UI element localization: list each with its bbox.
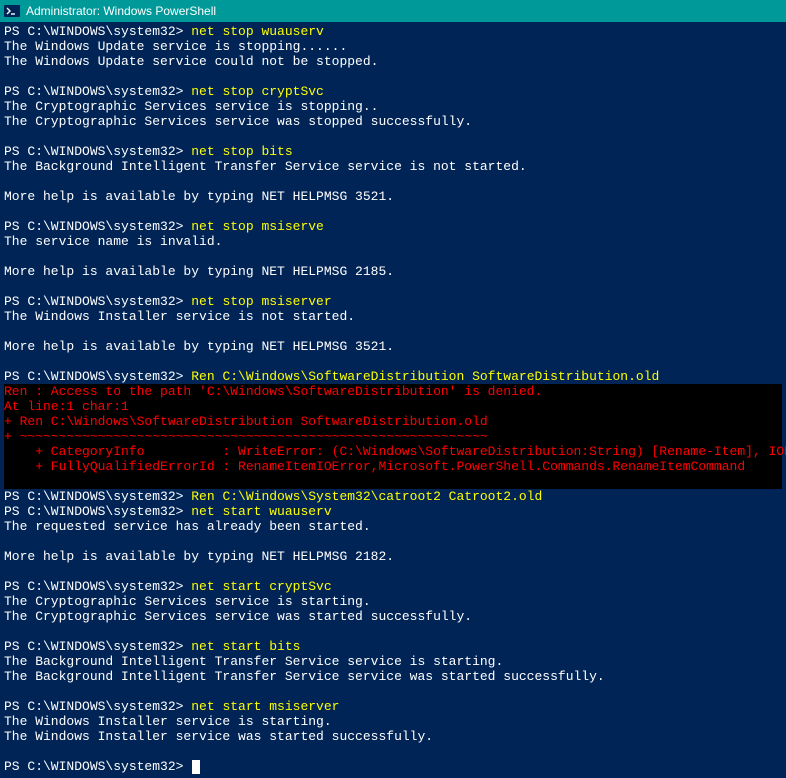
blank-line bbox=[4, 279, 782, 294]
output-line: The Windows Installer service was starte… bbox=[4, 729, 782, 744]
window-titlebar[interactable]: Administrator: Windows PowerShell bbox=[0, 0, 786, 22]
output-line: The Background Intelligent Transfer Serv… bbox=[4, 654, 782, 669]
command-line: PS C:\WINDOWS\system32> net stop msiserv… bbox=[4, 219, 782, 234]
prompt: PS C:\WINDOWS\system32> bbox=[4, 219, 191, 234]
command-line: PS C:\WINDOWS\system32> net start bits bbox=[4, 639, 782, 654]
prompt: PS C:\WINDOWS\system32> bbox=[4, 84, 191, 99]
output-line: More help is available by typing NET HEL… bbox=[4, 189, 782, 204]
error-line: + ~~~~~~~~~~~~~~~~~~~~~~~~~~~~~~~~~~~~~~… bbox=[4, 429, 782, 444]
command-text: net stop bits bbox=[191, 144, 292, 159]
prompt: PS C:\WINDOWS\system32> bbox=[4, 144, 191, 159]
command-line: PS C:\WINDOWS\system32> net stop bits bbox=[4, 144, 782, 159]
command-text: net start wuauserv bbox=[191, 504, 331, 519]
output-line: The Cryptographic Services service is st… bbox=[4, 594, 782, 609]
command-line: PS C:\WINDOWS\system32> net stop msiserv… bbox=[4, 294, 782, 309]
output-line: The Cryptographic Services service was s… bbox=[4, 609, 782, 624]
error-line: + CategoryInfo : WriteError: (C:\Windows… bbox=[4, 444, 782, 459]
blank-line bbox=[4, 174, 782, 189]
blank-line bbox=[4, 204, 782, 219]
command-text: net stop wuauserv bbox=[191, 24, 324, 39]
command-text: net stop cryptSvc bbox=[191, 84, 324, 99]
command-line: PS C:\WINDOWS\system32> net stop wuauser… bbox=[4, 24, 782, 39]
command-text: Ren C:\Windows\SoftwareDistribution Soft… bbox=[191, 369, 659, 384]
blank-line bbox=[4, 564, 782, 579]
prompt: PS C:\WINDOWS\system32> bbox=[4, 639, 191, 654]
blank-line bbox=[4, 534, 782, 549]
prompt: PS C:\WINDOWS\system32> bbox=[4, 24, 191, 39]
blank-line bbox=[4, 624, 782, 639]
terminal-output[interactable]: PS C:\WINDOWS\system32> net stop wuauser… bbox=[0, 22, 786, 778]
output-line: The requested service has already been s… bbox=[4, 519, 782, 534]
blank-line bbox=[4, 324, 782, 339]
output-line: More help is available by typing NET HEL… bbox=[4, 549, 782, 564]
output-line: The Background Intelligent Transfer Serv… bbox=[4, 669, 782, 684]
output-line: The Windows Update service could not be … bbox=[4, 54, 782, 69]
command-text: net start msiserver bbox=[191, 699, 339, 714]
blank-line bbox=[4, 129, 782, 144]
blank-line bbox=[4, 249, 782, 264]
prompt: PS C:\WINDOWS\system32> bbox=[4, 699, 191, 714]
error-line bbox=[4, 474, 782, 489]
command-line: PS C:\WINDOWS\system32> net start msiser… bbox=[4, 699, 782, 714]
command-text: net start bits bbox=[191, 639, 300, 654]
blank-line bbox=[4, 744, 782, 759]
output-line: The Windows Update service is stopping..… bbox=[4, 39, 782, 54]
command-text: net start cryptSvc bbox=[191, 579, 331, 594]
prompt: PS C:\WINDOWS\system32> bbox=[4, 759, 191, 774]
blank-line bbox=[4, 684, 782, 699]
output-line: The Background Intelligent Transfer Serv… bbox=[4, 159, 782, 174]
prompt-line: PS C:\WINDOWS\system32> bbox=[4, 759, 782, 774]
prompt: PS C:\WINDOWS\system32> bbox=[4, 294, 191, 309]
command-text: net stop msiserve bbox=[191, 219, 324, 234]
error-line: + Ren C:\Windows\SoftwareDistribution So… bbox=[4, 414, 782, 429]
prompt: PS C:\WINDOWS\system32> bbox=[4, 579, 191, 594]
prompt: PS C:\WINDOWS\system32> bbox=[4, 369, 191, 384]
output-line: The Windows Installer service is startin… bbox=[4, 714, 782, 729]
command-line: PS C:\WINDOWS\system32> net start cryptS… bbox=[4, 579, 782, 594]
output-line: More help is available by typing NET HEL… bbox=[4, 264, 782, 279]
output-line: The Cryptographic Services service is st… bbox=[4, 99, 782, 114]
error-line: Ren : Access to the path 'C:\Windows\Sof… bbox=[4, 384, 782, 399]
command-line: PS C:\WINDOWS\system32> net start wuause… bbox=[4, 504, 782, 519]
error-line: + FullyQualifiedErrorId : RenameItemIOEr… bbox=[4, 459, 782, 474]
command-line: PS C:\WINDOWS\system32> Ren C:\Windows\S… bbox=[4, 489, 782, 504]
command-text: net stop msiserver bbox=[191, 294, 331, 309]
output-line: The Cryptographic Services service was s… bbox=[4, 114, 782, 129]
output-line: The Windows Installer service is not sta… bbox=[4, 309, 782, 324]
output-line: The service name is invalid. bbox=[4, 234, 782, 249]
command-text: Ren C:\Windows\System32\catroot2 Catroot… bbox=[191, 489, 542, 504]
command-line: PS C:\WINDOWS\system32> Ren C:\Windows\S… bbox=[4, 369, 782, 384]
blank-line bbox=[4, 69, 782, 84]
command-line: PS C:\WINDOWS\system32> net stop cryptSv… bbox=[4, 84, 782, 99]
error-line: At line:1 char:1 bbox=[4, 399, 782, 414]
prompt: PS C:\WINDOWS\system32> bbox=[4, 489, 191, 504]
powershell-icon bbox=[4, 3, 20, 19]
cursor bbox=[192, 760, 200, 774]
prompt: PS C:\WINDOWS\system32> bbox=[4, 504, 191, 519]
blank-line bbox=[4, 354, 782, 369]
output-line: More help is available by typing NET HEL… bbox=[4, 339, 782, 354]
window-title: Administrator: Windows PowerShell bbox=[26, 4, 216, 18]
error-block: Ren : Access to the path 'C:\Windows\Sof… bbox=[4, 384, 782, 489]
